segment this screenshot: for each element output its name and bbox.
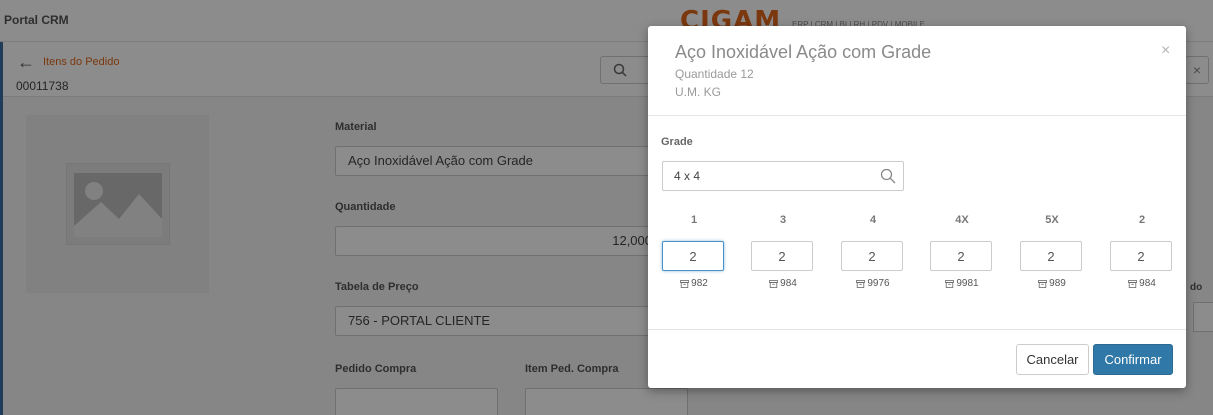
box-icon	[1128, 279, 1138, 288]
size-column: 4 9976	[841, 214, 905, 289]
grade-value: 4 x 4	[674, 169, 701, 183]
size-header: 2	[1138, 214, 1146, 226]
stock-info: 984	[1110, 278, 1174, 289]
search-icon[interactable]	[880, 168, 896, 184]
modal-unit: U.M. KG	[675, 85, 722, 99]
size-quantity-input[interactable]	[930, 241, 992, 271]
stock-info: 989	[1020, 278, 1084, 289]
stock-info: 9976	[841, 278, 905, 289]
size-header: 1	[690, 214, 698, 226]
close-icon[interactable]: ×	[1161, 42, 1170, 60]
modal-quantity: Quantidade 12	[675, 67, 754, 81]
stock-value: 9981	[956, 278, 979, 289]
size-header: 3	[779, 214, 787, 226]
stock-value: 9976	[867, 278, 890, 289]
stock-value: 984	[1139, 278, 1156, 289]
box-icon	[1038, 279, 1048, 288]
size-quantity-input[interactable]	[1110, 241, 1172, 271]
size-column: 5X 989	[1020, 214, 1084, 289]
size-column: 1 982	[662, 214, 726, 289]
modal-header: Aço Inoxidável Ação com Grade Quantidade…	[648, 26, 1186, 116]
box-icon	[680, 279, 690, 288]
stock-value: 984	[780, 278, 797, 289]
box-icon	[856, 279, 866, 288]
stock-info: 9981	[930, 278, 994, 289]
grade-select[interactable]: 4 x 4	[662, 161, 904, 191]
size-header: 5X	[1045, 214, 1059, 226]
stock-value: 982	[691, 278, 708, 289]
grade-label: Grade	[661, 136, 693, 148]
size-quantity-input[interactable]	[1020, 241, 1082, 271]
grade-modal: Aço Inoxidável Ação com Grade Quantidade…	[648, 26, 1186, 388]
stock-value: 989	[1049, 278, 1066, 289]
cancel-button[interactable]: Cancelar	[1016, 344, 1089, 375]
size-quantity-input[interactable]	[751, 241, 813, 271]
size-header: 4	[869, 214, 877, 226]
size-quantity-input[interactable]	[662, 241, 724, 271]
modal-footer: Cancelar Confirmar	[648, 329, 1186, 388]
size-header: 4X	[955, 214, 969, 226]
stock-info: 984	[751, 278, 815, 289]
stock-info: 982	[662, 278, 726, 289]
size-column: 2 984	[1110, 214, 1174, 289]
size-column: 3 984	[751, 214, 815, 289]
confirm-button[interactable]: Confirmar	[1093, 344, 1173, 375]
box-icon	[769, 279, 779, 288]
modal-title: Aço Inoxidável Ação com Grade	[675, 42, 932, 62]
box-icon	[945, 279, 955, 288]
size-column: 4X 9981	[930, 214, 994, 289]
size-quantity-input[interactable]	[841, 241, 903, 271]
